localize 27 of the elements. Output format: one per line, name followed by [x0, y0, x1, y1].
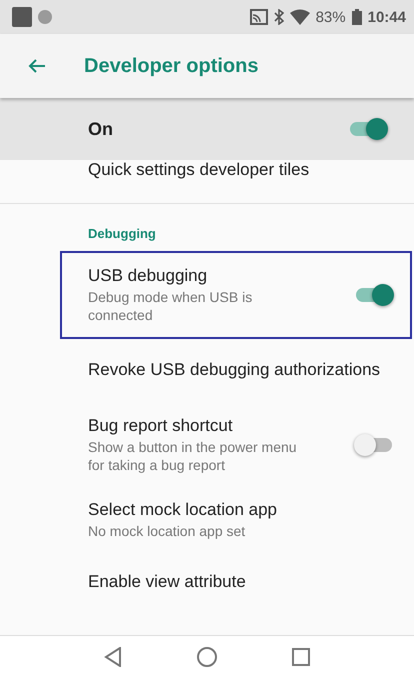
setting-summary: Show a button in the power menu for taking a bug report — [88, 439, 298, 474]
clock: 10:44 — [368, 8, 406, 26]
notification-icon — [12, 7, 32, 27]
battery-percentage: 83% — [316, 8, 346, 26]
back-arrow-icon[interactable] — [28, 58, 46, 74]
bluetooth-icon — [274, 9, 284, 25]
toggle-switch[interactable] — [348, 117, 388, 141]
setting-title[interactable]: Bug report shortcut — [88, 416, 303, 436]
setting-title[interactable]: Enable view attribute — [88, 572, 246, 592]
notification-icon — [38, 10, 52, 24]
back-icon[interactable] — [104, 647, 122, 667]
setting-title[interactable]: Quick settings developer tiles — [88, 160, 310, 180]
setting-title[interactable]: USB debugging — [88, 266, 303, 286]
setting-title[interactable]: Select mock location app — [88, 500, 277, 520]
wifi-icon — [290, 9, 310, 25]
home-icon[interactable] — [197, 647, 217, 667]
setting-summary: No mock location app set — [88, 522, 246, 540]
toggle-switch[interactable] — [354, 283, 394, 307]
screen-title: Developer options — [84, 54, 258, 78]
setting-title[interactable]: Revoke USB debugging authorizations — [88, 360, 380, 380]
battery-icon — [352, 9, 362, 25]
section-header: Debugging — [87, 225, 157, 243]
cast-icon — [250, 9, 268, 25]
toggle-switch[interactable] — [354, 433, 394, 457]
recents-icon[interactable] — [292, 648, 310, 666]
setting-summary: Debug mode when USB is connected — [88, 289, 254, 324]
switch-label: On — [88, 118, 113, 140]
